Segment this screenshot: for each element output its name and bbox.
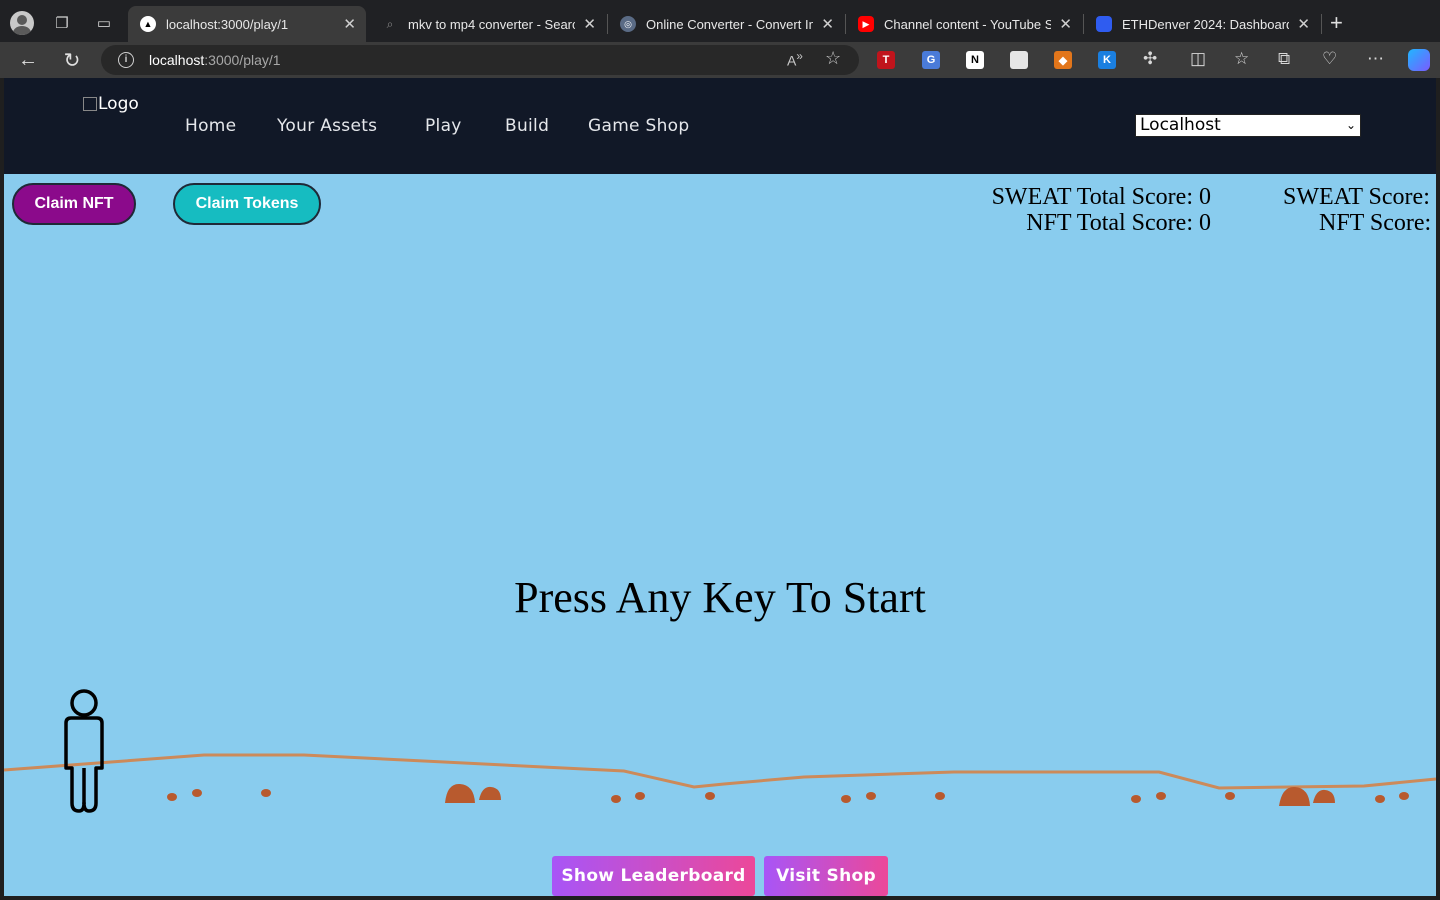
browser-tab[interactable]: ◎ Online Converter - Convert Ima ✕ — [608, 6, 844, 42]
document-extension-icon[interactable] — [1010, 51, 1028, 69]
split-screen-icon[interactable]: ◫ — [1190, 49, 1206, 69]
nav-home[interactable]: Home — [185, 116, 236, 136]
claim-tokens-button[interactable]: Claim Tokens — [173, 183, 321, 225]
favorite-star-icon[interactable]: ☆ — [825, 48, 841, 69]
copilot-icon[interactable] — [1408, 49, 1430, 71]
show-leaderboard-button[interactable]: Show Leaderboard — [552, 856, 755, 896]
extensions-puzzle-icon[interactable]: ✣ — [1143, 49, 1157, 69]
browser-tab[interactable]: ETHDenver 2024: Dashboard | ✕ — [1084, 6, 1320, 42]
workspaces-icon[interactable]: ❐ — [50, 11, 74, 35]
address-url[interactable]: localhost:3000/play/1 — [149, 52, 281, 68]
sweat-total-score: SWEAT Total Score: 0 — [991, 184, 1211, 210]
ground-line — [4, 753, 1436, 790]
address-bar[interactable]: i localhost:3000/play/1 A» ☆ — [101, 45, 859, 75]
press-any-key-prompt: Press Any Key To Start — [514, 573, 926, 622]
more-options-icon[interactable]: ⋯ — [1367, 49, 1384, 69]
game-page: Logo Home Your Assets Play Build Game Sh… — [4, 78, 1436, 896]
reload-icon[interactable]: ↻ — [60, 48, 84, 72]
browser-tab-active[interactable]: ▲ localhost:3000/play/1 ✕ — [128, 6, 366, 42]
translate-extension-icon[interactable]: G — [922, 51, 940, 69]
extension-red-icon[interactable]: T — [877, 51, 895, 69]
tab-separator — [1321, 14, 1322, 34]
converter-icon: ◎ — [620, 16, 636, 32]
tab-actions-icon[interactable]: ▭ — [92, 11, 116, 35]
close-tab-icon[interactable]: ✕ — [821, 15, 834, 33]
player-stickman-icon — [64, 689, 104, 813]
site-navbar: Logo Home Your Assets Play Build Game Sh… — [4, 78, 1436, 174]
browser-tab[interactable]: ⌕ mkv to mp4 converter - Search ✕ — [370, 6, 606, 42]
collections-icon[interactable]: ⧉ — [1278, 49, 1290, 69]
network-select[interactable]: Localhost ⌄ — [1135, 114, 1361, 137]
triangle-icon: ▲ — [140, 16, 156, 32]
ethdenver-icon — [1096, 16, 1112, 32]
browser-essentials-icon[interactable]: ♡ — [1322, 49, 1337, 69]
game-canvas[interactable] — [4, 668, 1436, 838]
site-info-icon[interactable]: i — [118, 52, 134, 68]
profile-avatar-icon[interactable] — [10, 11, 34, 35]
favorites-icon[interactable]: ☆ — [1234, 49, 1249, 69]
browser-toolbar: ← ↻ i localhost:3000/play/1 A» ☆ T G N ◆… — [0, 42, 1440, 78]
logo[interactable]: Logo — [83, 94, 139, 114]
new-tab-icon[interactable]: + — [1330, 10, 1343, 36]
k-extension-icon[interactable]: K — [1098, 51, 1116, 69]
nav-build[interactable]: Build — [505, 116, 549, 136]
back-icon[interactable]: ← — [16, 48, 40, 72]
nft-score: NFT Score: — [1319, 210, 1432, 236]
nav-game-shop[interactable]: Game Shop — [588, 116, 689, 136]
browser-tab[interactable]: ▶ Channel content - YouTube Stu ✕ — [846, 6, 1082, 42]
close-tab-icon[interactable]: ✕ — [1297, 15, 1310, 33]
search-icon: ⌕ — [386, 16, 394, 31]
browser-tab-strip: ❐ ▭ ▲ localhost:3000/play/1 ✕ ⌕ mkv to m… — [0, 0, 1440, 42]
metamask-extension-icon[interactable]: ◆ — [1054, 51, 1072, 69]
close-tab-icon[interactable]: ✕ — [583, 15, 596, 33]
close-tab-icon[interactable]: ✕ — [1059, 15, 1072, 33]
sweat-score: SWEAT Score: — [1283, 184, 1430, 210]
notion-extension-icon[interactable]: N — [966, 51, 984, 69]
nav-your-assets[interactable]: Your Assets — [277, 116, 377, 136]
youtube-icon: ▶ — [858, 16, 874, 32]
nft-total-score: NFT Total Score: 0 — [1026, 210, 1211, 236]
nav-play[interactable]: Play — [425, 116, 462, 136]
broken-image-icon — [83, 97, 97, 111]
visit-shop-button[interactable]: Visit Shop — [764, 856, 888, 896]
read-aloud-icon[interactable]: A» — [787, 50, 803, 69]
chevron-down-icon: ⌄ — [1345, 118, 1356, 132]
close-tab-icon[interactable]: ✕ — [343, 15, 356, 33]
claim-nft-button[interactable]: Claim NFT — [12, 183, 136, 225]
